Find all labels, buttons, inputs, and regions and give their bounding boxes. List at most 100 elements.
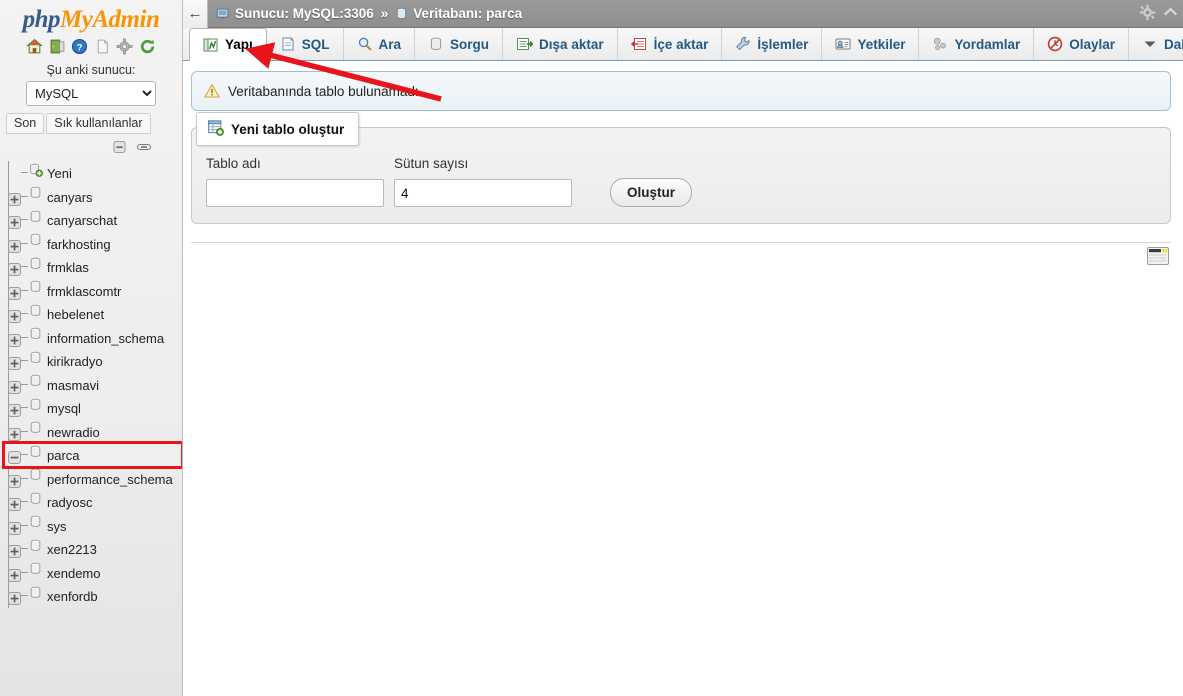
db-tree-item-xendemo[interactable]: xendemo — [4, 561, 182, 585]
expand-icon[interactable] — [8, 401, 21, 418]
expand-icon[interactable] — [8, 472, 21, 488]
db-tree-item-xenfordb[interactable]: xenfordb — [4, 584, 182, 608]
collapse-icon[interactable] — [8, 448, 21, 465]
server-select-wrap: MySQL — [0, 81, 182, 113]
db-tree-item-frmklas[interactable]: frmklas — [4, 255, 182, 279]
settings-gear-icon[interactable] — [1139, 4, 1156, 24]
expand-icon[interactable] — [8, 354, 21, 371]
database-icon — [28, 443, 43, 467]
tab-d-a-aktar[interactable]: Dışa aktar — [503, 28, 618, 60]
collapse-chevron-icon[interactable] — [1162, 4, 1179, 24]
database-icon — [28, 419, 43, 443]
expand-icon[interactable] — [8, 331, 21, 347]
tab-favorites[interactable]: Sık kullanılanlar — [46, 113, 151, 134]
expand-icon[interactable] — [8, 519, 21, 535]
expand-icon[interactable] — [8, 190, 21, 206]
table-name-label: Tablo adı — [206, 156, 261, 171]
tab-sorgu[interactable]: Sorgu — [415, 28, 504, 60]
table-name-input[interactable] — [206, 179, 384, 207]
db-tree-item-frmklascomtr[interactable]: frmklascomtr — [4, 279, 182, 303]
create-button[interactable]: Oluştur — [610, 178, 693, 207]
tab-i-e-aktar[interactable]: İçe aktar — [618, 28, 723, 60]
expand-icon[interactable] — [8, 542, 21, 559]
db-tree-item-canyarschat[interactable]: canyarschat — [4, 208, 182, 232]
tree-connector — [21, 242, 28, 244]
db-tree-item-performance_schema[interactable]: performance_schema — [4, 467, 182, 491]
sidebar-quick-tabs: Son Sık kullanılanlar — [0, 113, 182, 136]
collapse-all-icon[interactable] — [112, 139, 128, 157]
tree-connector — [21, 266, 28, 268]
phpmyadmin-page: phpMyAdmin ? Şu anki sunucu: MySQL Son S… — [0, 0, 1183, 696]
expand-icon[interactable] — [8, 237, 21, 253]
tab-yap[interactable]: Yapı — [189, 28, 267, 61]
refresh-icon[interactable] — [139, 38, 156, 57]
tab-label: Daha fazla — [1164, 36, 1183, 52]
db-name-label: parca — [47, 447, 80, 463]
help-icon[interactable]: ? — [71, 38, 88, 57]
tab-daha-fazla[interactable]: Daha fazla — [1129, 28, 1183, 60]
db-tree-item-masmavi[interactable]: masmavi — [4, 373, 182, 397]
tab-sql[interactable]: SQL — [267, 28, 344, 60]
breadcrumb-server[interactable]: Sunucu: MySQL:3306 — [235, 6, 374, 21]
tree-connector — [21, 430, 28, 432]
expand-icon[interactable] — [8, 566, 21, 582]
database-icon — [28, 255, 43, 279]
db-tree-item-newradio[interactable]: newradio — [4, 420, 182, 444]
tab-i-lemler[interactable]: İşlemler — [722, 28, 823, 60]
create-table-form: Tablo adı Sütun sayısı Oluştur — [206, 156, 1156, 207]
server-select[interactable]: MySQL — [26, 81, 156, 106]
db-tree-item-xen2213[interactable]: xen2213 — [4, 537, 182, 561]
logout-icon[interactable] — [49, 38, 66, 57]
console-icon[interactable] — [1147, 247, 1169, 268]
tab-label: Dışa aktar — [539, 36, 604, 52]
toggle-link-icon[interactable] — [136, 139, 152, 157]
chevron-down-icon — [1142, 36, 1158, 52]
phpmyadmin-logo[interactable]: phpMyAdmin — [0, 0, 182, 36]
db-tree-item-canyars[interactable]: canyars — [4, 185, 182, 209]
search-icon — [357, 36, 373, 52]
expand-icon[interactable] — [8, 378, 21, 394]
tab-recent[interactable]: Son — [6, 113, 45, 134]
expand-icon[interactable] — [8, 307, 21, 324]
tab-yordamlar[interactable]: Yordamlar — [919, 28, 1035, 60]
expand-icon[interactable] — [8, 213, 21, 230]
expand-icon[interactable] — [8, 260, 21, 277]
db-tree-item-sys[interactable]: sys — [4, 514, 182, 538]
tab-ara[interactable]: Ara — [344, 28, 416, 60]
db-tree-item-parca[interactable]: parca — [2, 441, 182, 469]
database-icon — [28, 231, 43, 255]
export-icon — [516, 36, 534, 52]
db-tree-item-hebelenet[interactable]: hebelenet — [4, 302, 182, 326]
db-tree-item-kirikradyo[interactable]: kirikradyo — [4, 349, 182, 373]
db-tree-item-mysql[interactable]: mysql — [4, 396, 182, 420]
expand-icon[interactable] — [8, 425, 21, 441]
expand-icon[interactable] — [8, 589, 21, 606]
database-icon — [28, 513, 43, 537]
db-tree-item-information_schema[interactable]: information_schema — [4, 326, 182, 350]
database-icon — [28, 349, 43, 373]
create-table-legend-text: Yeni tablo oluştur — [231, 121, 345, 137]
tab-yetkiler[interactable]: Yetkiler — [822, 28, 920, 60]
db-name-label: kirikradyo — [47, 353, 103, 369]
db-name-label: canyarschat — [47, 212, 118, 228]
top-breadcrumb-bar: ← Sunucu: MySQL:3306 » Veritabanı: parca — [183, 0, 1183, 28]
docs-icon[interactable] — [94, 38, 111, 57]
home-icon[interactable] — [26, 38, 43, 57]
tab-olaylar[interactable]: Olaylar — [1034, 28, 1130, 60]
num-columns-field: Sütun sayısı — [394, 156, 572, 207]
db-tree-item-yeni[interactable]: Yeni — [4, 161, 182, 185]
create-table-legend: Yeni tablo oluştur — [196, 112, 360, 146]
settings-icon[interactable] — [116, 38, 133, 57]
db-name-label: sys — [47, 518, 67, 534]
num-columns-input[interactable] — [394, 179, 572, 207]
expand-icon[interactable] — [8, 284, 21, 300]
expand-icon[interactable] — [8, 495, 21, 512]
tree-connector — [21, 289, 28, 291]
db-tree-item-radyosc[interactable]: radyosc — [4, 490, 182, 514]
db-tree-item-farkhosting[interactable]: farkhosting — [4, 232, 182, 256]
tree-connector — [21, 454, 28, 456]
database-icon — [28, 560, 43, 584]
back-button[interactable]: ← — [183, 0, 208, 28]
breadcrumb-database[interactable]: Veritabanı: parca — [413, 6, 522, 21]
events-icon — [1047, 36, 1063, 52]
